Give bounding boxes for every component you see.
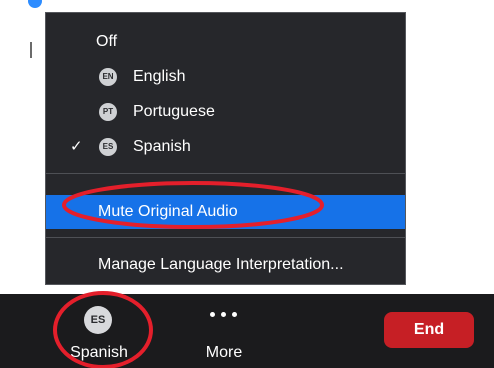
- menu-item-label: Off: [96, 33, 118, 50]
- menu-item-label: Manage Language Interpretation...: [98, 256, 344, 273]
- menu-item-spanish[interactable]: ✓ ES Spanish: [46, 132, 405, 162]
- language-badge-icon: ES: [84, 306, 112, 334]
- menu-item-label: Spanish: [133, 138, 191, 155]
- more-dots-icon: [194, 312, 254, 320]
- language-badge-icon: ES: [99, 138, 117, 156]
- language-interpretation-menu: Off EN English PT Portuguese ✓ ES Spanis…: [45, 12, 406, 285]
- interpretation-language-button[interactable]: ES Spanish: [58, 294, 140, 368]
- menu-divider: [46, 237, 405, 238]
- language-badge-icon: EN: [99, 68, 117, 86]
- menu-item-label: English: [133, 68, 186, 85]
- menu-item-portuguese[interactable]: PT Portuguese: [46, 97, 405, 127]
- checkmark-icon: ✓: [70, 138, 83, 155]
- interpretation-language-label: Spanish: [70, 344, 128, 361]
- menu-item-label: Mute Original Audio: [98, 203, 238, 220]
- mute-original-audio-item[interactable]: Mute Original Audio: [46, 195, 405, 229]
- background-mark: [30, 42, 32, 58]
- language-badge-icon: PT: [99, 103, 117, 121]
- menu-item-english[interactable]: EN English: [46, 62, 405, 92]
- background-dot: [28, 0, 42, 8]
- end-button[interactable]: End: [384, 312, 474, 348]
- more-label: More: [205, 344, 243, 361]
- meeting-toolbar: ES Spanish More End: [0, 294, 494, 368]
- more-button[interactable]: More: [194, 294, 254, 368]
- manage-language-interpretation-item[interactable]: Manage Language Interpretation...: [46, 250, 405, 280]
- menu-item-off[interactable]: Off: [46, 27, 405, 57]
- menu-divider: [46, 173, 405, 174]
- menu-item-label: Portuguese: [133, 103, 215, 120]
